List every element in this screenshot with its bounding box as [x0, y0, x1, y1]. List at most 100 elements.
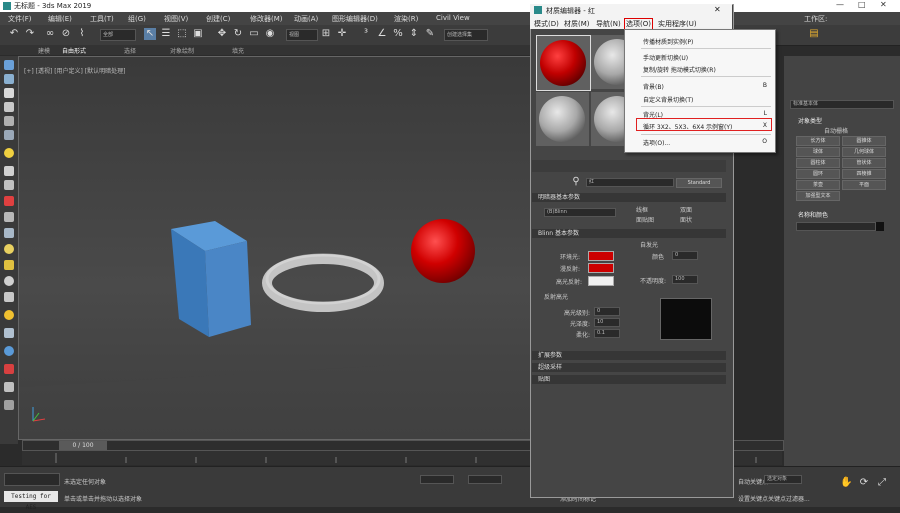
- glossiness-field[interactable]: 10: [594, 318, 620, 327]
- maximize-viewport-icon[interactable]: ⤢: [876, 477, 888, 489]
- angle-snap-icon[interactable]: ∠: [376, 28, 388, 40]
- edit-named-sets-icon[interactable]: ✎: [424, 28, 436, 40]
- cone-icon[interactable]: [4, 292, 14, 302]
- rollout-supersampling[interactable]: 超级采样: [532, 363, 726, 372]
- rollout-maps[interactable]: 贴图: [532, 375, 726, 384]
- spacewarp-icon[interactable]: [4, 116, 14, 126]
- cone-button[interactable]: 圆锥体: [842, 136, 886, 146]
- category-dropdown[interactable]: 标准基本体: [790, 100, 894, 109]
- graph-icon[interactable]: [4, 328, 14, 338]
- menu-tools[interactable]: 工具(T): [90, 14, 114, 24]
- rotate-icon[interactable]: ↻: [232, 28, 244, 40]
- paint-icon[interactable]: [4, 382, 14, 392]
- menu-civil-view[interactable]: Civil View: [436, 14, 470, 22]
- object-color-swatch[interactable]: [876, 222, 884, 231]
- menu-material[interactable]: 材质(M): [564, 19, 590, 29]
- set-key-button[interactable]: 设置关键点: [738, 494, 768, 503]
- spinner-snap-icon[interactable]: ⇕: [408, 28, 420, 40]
- ribbon-tab-selection[interactable]: 选择: [124, 46, 136, 55]
- ribbon-tab-modeling[interactable]: 建模: [38, 46, 50, 55]
- key-filters-button[interactable]: 关键点过滤器...: [768, 494, 810, 503]
- percent-snap-icon[interactable]: %: [392, 28, 404, 40]
- globe-icon[interactable]: [4, 346, 14, 356]
- light-icon[interactable]: [4, 74, 14, 84]
- bind-icon[interactable]: ⌇: [76, 28, 88, 40]
- minimize-button[interactable]: —: [836, 0, 844, 9]
- plane-button[interactable]: 平面: [842, 180, 886, 190]
- reference-coord-dropdown[interactable]: 视图: [286, 29, 318, 41]
- ruler-icon[interactable]: [4, 212, 14, 222]
- ribbon-tab-object-paint[interactable]: 对象绘制: [170, 46, 194, 55]
- gray-torus[interactable]: [262, 253, 384, 312]
- menu-modifiers[interactable]: 修改器(M): [250, 14, 283, 24]
- viewport-label[interactable]: [+] [透视] [用户定义] [默认明暗处理]: [24, 66, 125, 75]
- menu-item-manual-update[interactable]: 手动更新切换(U): [643, 53, 688, 62]
- rollout-shader-basic[interactable]: 明暗器基本参数: [532, 193, 726, 202]
- wire-checkbox[interactable]: 线框: [636, 205, 648, 214]
- perspective-viewport[interactable]: [18, 56, 532, 440]
- orbit-nav-icon[interactable]: ⟳: [858, 477, 870, 489]
- ribbon-tab-populate[interactable]: 填充: [232, 46, 244, 55]
- helper-icon[interactable]: [4, 102, 14, 112]
- menu-edit[interactable]: 编辑(E): [48, 14, 72, 24]
- menu-rendering[interactable]: 渲染(R): [394, 14, 418, 24]
- menu-item-propagate[interactable]: 传播材质到实例(P): [643, 37, 693, 46]
- select-by-name-icon[interactable]: ☰: [160, 28, 172, 40]
- soften-field[interactable]: 0.1: [594, 329, 620, 338]
- sphere-icon[interactable]: [4, 276, 14, 286]
- y-coord-field[interactable]: [468, 475, 502, 484]
- select-object-icon[interactable]: ↖: [144, 28, 156, 40]
- material-name-field[interactable]: 红: [586, 178, 674, 187]
- unlink-icon[interactable]: ⊘: [60, 28, 72, 40]
- autogrid-checkbox[interactable]: 自动栅格: [824, 126, 848, 135]
- menu-item-options[interactable]: 选项(O)...: [643, 138, 670, 147]
- menu-create[interactable]: 创建(C): [206, 14, 230, 24]
- material-type-button[interactable]: Standard: [676, 178, 722, 188]
- pick-material-icon[interactable]: ⚲: [570, 176, 582, 188]
- camera-icon[interactable]: [4, 88, 14, 98]
- opacity-field[interactable]: 100: [672, 275, 698, 284]
- bulb-icon[interactable]: [4, 244, 14, 254]
- time-slider-knob[interactable]: 0 / 100: [59, 441, 107, 450]
- rollout-blinn-basic[interactable]: Blinn 基本参数: [532, 229, 726, 238]
- menu-file[interactable]: 文件(F): [8, 14, 32, 24]
- geosphere-button[interactable]: 几何球体: [842, 147, 886, 157]
- pyramid-button[interactable]: 四棱锥: [842, 169, 886, 179]
- isolate-icon[interactable]: [4, 196, 14, 206]
- sample-slot-3[interactable]: [536, 92, 589, 146]
- object-name-field[interactable]: [796, 222, 876, 231]
- rollout-object-type[interactable]: 对象类型: [798, 116, 822, 125]
- select-manipulate-icon[interactable]: ✛: [336, 28, 348, 40]
- red-sphere[interactable]: [411, 219, 475, 283]
- selected-dropdown[interactable]: 选定对象: [764, 475, 802, 484]
- box-button[interactable]: 长方体: [796, 136, 840, 146]
- ambient-color-swatch[interactable]: [588, 251, 614, 261]
- spec-level-field[interactable]: 0: [594, 307, 620, 316]
- rect-select-icon[interactable]: ⬚: [176, 28, 188, 40]
- place-icon[interactable]: ◉: [264, 28, 276, 40]
- color-checkbox[interactable]: 颜色: [652, 252, 664, 261]
- menu-animation[interactable]: 动画(A): [294, 14, 318, 24]
- rollout-extended-params[interactable]: 扩展参数: [532, 351, 726, 360]
- faceted-checkbox[interactable]: 面状: [680, 215, 692, 224]
- close-button[interactable]: ✕: [880, 0, 887, 9]
- face-map-checkbox[interactable]: 面贴图: [636, 215, 654, 224]
- scene-explorer-icon[interactable]: [4, 180, 14, 190]
- menu-item-custom-bg[interactable]: 自定义背景切换(T): [643, 95, 693, 104]
- two-sided-checkbox[interactable]: 双面: [680, 205, 692, 214]
- pivot-icon[interactable]: ⊞: [320, 28, 332, 40]
- torus-button[interactable]: 圆环: [796, 169, 840, 179]
- maxscript-listener[interactable]: [4, 473, 60, 486]
- layer-icon[interactable]: [4, 166, 14, 176]
- undo-icon[interactable]: ↶: [8, 28, 20, 40]
- teapot-button[interactable]: 茶壶: [796, 180, 840, 190]
- scale-icon[interactable]: ▭: [248, 28, 260, 40]
- cylinder-button[interactable]: 圆柱体: [796, 158, 840, 168]
- menu-item-background[interactable]: 背景(B): [643, 82, 664, 91]
- selection-filter-dropdown[interactable]: 全部: [100, 29, 136, 41]
- snaps-icon[interactable]: ³: [360, 28, 372, 40]
- ribbon-tab-freeform[interactable]: 自由形式: [62, 46, 86, 55]
- diffuse-color-swatch[interactable]: [588, 263, 614, 273]
- move-icon[interactable]: ✥: [216, 28, 228, 40]
- sun-icon[interactable]: [4, 148, 14, 158]
